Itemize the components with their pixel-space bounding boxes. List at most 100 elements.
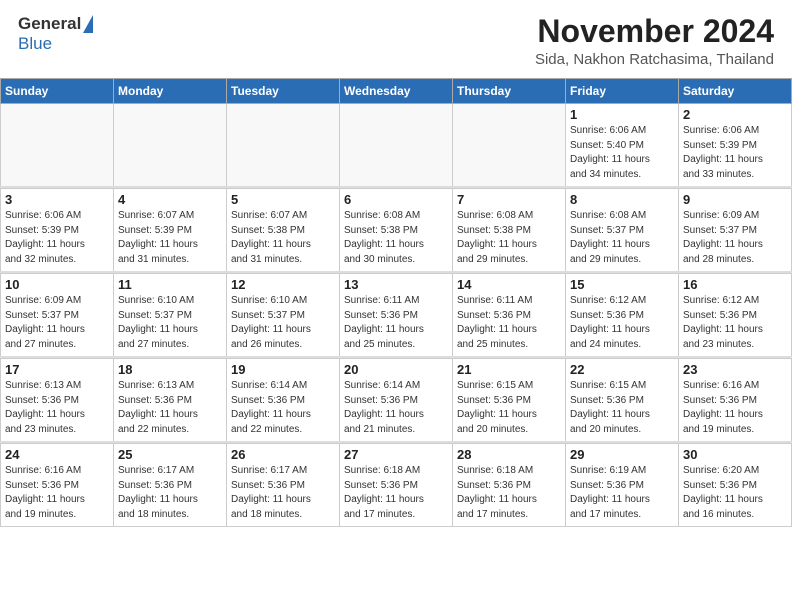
cell-day-info: Sunrise: 6:12 AM Sunset: 5:36 PM Dayligh… (570, 294, 674, 352)
cell-day-number: 28 (457, 447, 561, 462)
cell-day-number: 25 (118, 447, 222, 462)
calendar-cell (453, 104, 566, 188)
calendar-cell (227, 104, 340, 188)
cell-day-number: 27 (344, 447, 448, 462)
calendar-cell: 3Sunrise: 6:06 AM Sunset: 5:39 PM Daylig… (1, 189, 114, 273)
cell-day-info: Sunrise: 6:08 AM Sunset: 5:38 PM Dayligh… (457, 209, 561, 267)
cell-day-info: Sunrise: 6:10 AM Sunset: 5:37 PM Dayligh… (231, 294, 335, 352)
cell-day-number: 7 (457, 192, 561, 207)
logo-blue-text: Blue (18, 34, 52, 53)
cell-day-info: Sunrise: 6:11 AM Sunset: 5:36 PM Dayligh… (457, 294, 561, 352)
cell-day-info: Sunrise: 6:13 AM Sunset: 5:36 PM Dayligh… (118, 379, 222, 437)
page: General Blue November 2024 Sida, Nakhon … (0, 0, 792, 612)
logo-general-text: General (18, 14, 81, 34)
cell-day-info: Sunrise: 6:20 AM Sunset: 5:36 PM Dayligh… (683, 464, 787, 522)
calendar-header-monday: Monday (114, 79, 227, 104)
calendar-cell: 15Sunrise: 6:12 AM Sunset: 5:36 PM Dayli… (566, 274, 679, 358)
calendar-cell: 19 Sunrise: 6:14 AM Sunset: 5:36 PM Dayli… (227, 359, 340, 443)
calendar-cell: 11 Sunrise: 6:10 AM Sunset: 5:37 PM Dayli… (114, 274, 227, 358)
cell-day-number: 2 (683, 107, 787, 122)
cell-day-info: Sunrise: 6:09 AM Sunset: 5:37 PM Dayligh… (683, 209, 787, 267)
cell-day-number: 14 (457, 277, 561, 292)
calendar-cell: 7 Sunrise: 6:08 AM Sunset: 5:38 PM Daylig… (453, 189, 566, 273)
cell-day-info: Sunrise: 6:19 AM Sunset: 5:36 PM Dayligh… (570, 464, 674, 522)
cell-day-number: 9 (683, 192, 787, 207)
header: General Blue November 2024 Sida, Nakhon … (0, 0, 792, 74)
calendar-cell: 14 Sunrise: 6:11 AM Sunset: 5:36 PM Dayli… (453, 274, 566, 358)
cell-day-info: Sunrise: 6:17 AM Sunset: 5:36 PM Dayligh… (118, 464, 222, 522)
calendar-cell: 17 Sunrise: 6:13 AM Sunset: 5:36 PM Dayli… (1, 359, 114, 443)
cell-day-number: 21 (457, 362, 561, 377)
calendar-cell (1, 104, 114, 188)
cell-day-info: Sunrise: 6:06 AM Sunset: 5:39 PM Dayligh… (5, 209, 109, 267)
cell-day-number: 20 (344, 362, 448, 377)
calendar-cell: 5 Sunrise: 6:07 AM Sunset: 5:38 PM Daylig… (227, 189, 340, 273)
cell-day-number: 4 (118, 192, 222, 207)
calendar-week-row: 17 Sunrise: 6:13 AM Sunset: 5:36 PM Dayli… (1, 359, 792, 443)
cell-day-number: 8 (570, 192, 674, 207)
cell-day-number: 22 (570, 362, 674, 377)
calendar-cell: 1 Sunrise: 6:06 AM Sunset: 5:40 PM Daylig… (566, 104, 679, 188)
title-block: November 2024 Sida, Nakhon Ratchasima, T… (535, 14, 774, 68)
cell-day-number: 5 (231, 192, 335, 207)
calendar-header-tuesday: Tuesday (227, 79, 340, 104)
calendar-header-friday: Friday (566, 79, 679, 104)
calendar-week-row: 1 Sunrise: 6:06 AM Sunset: 5:40 PM Daylig… (1, 104, 792, 188)
cell-day-info: Sunrise: 6:10 AM Sunset: 5:37 PM Dayligh… (118, 294, 222, 352)
calendar-cell: 4 Sunrise: 6:07 AM Sunset: 5:39 PM Daylig… (114, 189, 227, 273)
calendar-week-row: 24 Sunrise: 6:16 AM Sunset: 5:36 PM Dayli… (1, 444, 792, 527)
calendar-week-row: 3Sunrise: 6:06 AM Sunset: 5:39 PM Daylig… (1, 189, 792, 273)
calendar-cell: 23Sunrise: 6:16 AM Sunset: 5:36 PM Dayli… (679, 359, 792, 443)
calendar-cell: 28Sunrise: 6:18 AM Sunset: 5:36 PM Dayli… (453, 444, 566, 527)
logo-triangle-icon (83, 15, 93, 33)
cell-day-info: Sunrise: 6:15 AM Sunset: 5:36 PM Dayligh… (570, 379, 674, 437)
calendar-cell: 29 Sunrise: 6:19 AM Sunset: 5:36 PM Dayli… (566, 444, 679, 527)
calendar-cell: 2Sunrise: 6:06 AM Sunset: 5:39 PM Daylig… (679, 104, 792, 188)
calendar-cell: 22 Sunrise: 6:15 AM Sunset: 5:36 PM Dayli… (566, 359, 679, 443)
calendar-cell: 20 Sunrise: 6:14 AM Sunset: 5:36 PM Dayli… (340, 359, 453, 443)
cell-day-info: Sunrise: 6:16 AM Sunset: 5:36 PM Dayligh… (5, 464, 109, 522)
cell-day-info: Sunrise: 6:15 AM Sunset: 5:36 PM Dayligh… (457, 379, 561, 437)
calendar-cell: 27 Sunrise: 6:18 AM Sunset: 5:36 PM Dayli… (340, 444, 453, 527)
cell-day-number: 13 (344, 277, 448, 292)
calendar-week-row: 10Sunrise: 6:09 AM Sunset: 5:37 PM Dayli… (1, 274, 792, 358)
cell-day-info: Sunrise: 6:14 AM Sunset: 5:36 PM Dayligh… (231, 379, 335, 437)
calendar-cell: 21 Sunrise: 6:15 AM Sunset: 5:36 PM Dayli… (453, 359, 566, 443)
calendar-header-saturday: Saturday (679, 79, 792, 104)
cell-day-info: Sunrise: 6:07 AM Sunset: 5:39 PM Dayligh… (118, 209, 222, 267)
cell-day-info: Sunrise: 6:18 AM Sunset: 5:36 PM Dayligh… (344, 464, 448, 522)
cell-day-info: Sunrise: 6:12 AM Sunset: 5:36 PM Dayligh… (683, 294, 787, 352)
cell-day-info: Sunrise: 6:14 AM Sunset: 5:36 PM Dayligh… (344, 379, 448, 437)
cell-day-info: Sunrise: 6:07 AM Sunset: 5:38 PM Dayligh… (231, 209, 335, 267)
cell-day-number: 6 (344, 192, 448, 207)
month-title: November 2024 (535, 14, 774, 49)
calendar-table: SundayMondayTuesdayWednesdayThursdayFrid… (0, 78, 792, 527)
cell-day-number: 30 (683, 447, 787, 462)
calendar-cell: 18Sunrise: 6:13 AM Sunset: 5:36 PM Dayli… (114, 359, 227, 443)
calendar-cell (114, 104, 227, 188)
calendar-cell: 24 Sunrise: 6:16 AM Sunset: 5:36 PM Dayli… (1, 444, 114, 527)
calendar-cell: 16 Sunrise: 6:12 AM Sunset: 5:36 PM Dayli… (679, 274, 792, 358)
cell-day-number: 11 (118, 277, 222, 292)
location-title: Sida, Nakhon Ratchasima, Thailand (535, 51, 774, 68)
cell-day-number: 29 (570, 447, 674, 462)
cell-day-info: Sunrise: 6:17 AM Sunset: 5:36 PM Dayligh… (231, 464, 335, 522)
cell-day-number: 24 (5, 447, 109, 462)
calendar-header-thursday: Thursday (453, 79, 566, 104)
cell-day-number: 16 (683, 277, 787, 292)
calendar-cell: 30 Sunrise: 6:20 AM Sunset: 5:36 PM Dayli… (679, 444, 792, 527)
cell-day-number: 23 (683, 362, 787, 377)
calendar-header-row: SundayMondayTuesdayWednesdayThursdayFrid… (1, 79, 792, 104)
cell-day-number: 19 (231, 362, 335, 377)
calendar-cell (340, 104, 453, 188)
calendar-cell: 12 Sunrise: 6:10 AM Sunset: 5:37 PM Dayli… (227, 274, 340, 358)
calendar-header-wednesday: Wednesday (340, 79, 453, 104)
cell-day-info: Sunrise: 6:13 AM Sunset: 5:36 PM Dayligh… (5, 379, 109, 437)
cell-day-number: 12 (231, 277, 335, 292)
cell-day-number: 1 (570, 107, 674, 122)
cell-day-info: Sunrise: 6:06 AM Sunset: 5:40 PM Dayligh… (570, 124, 674, 182)
calendar-cell: 6 Sunrise: 6:08 AM Sunset: 5:38 PM Daylig… (340, 189, 453, 273)
cell-day-number: 17 (5, 362, 109, 377)
calendar-cell: 9 Sunrise: 6:09 AM Sunset: 5:37 PM Daylig… (679, 189, 792, 273)
cell-day-info: Sunrise: 6:08 AM Sunset: 5:38 PM Dayligh… (344, 209, 448, 267)
